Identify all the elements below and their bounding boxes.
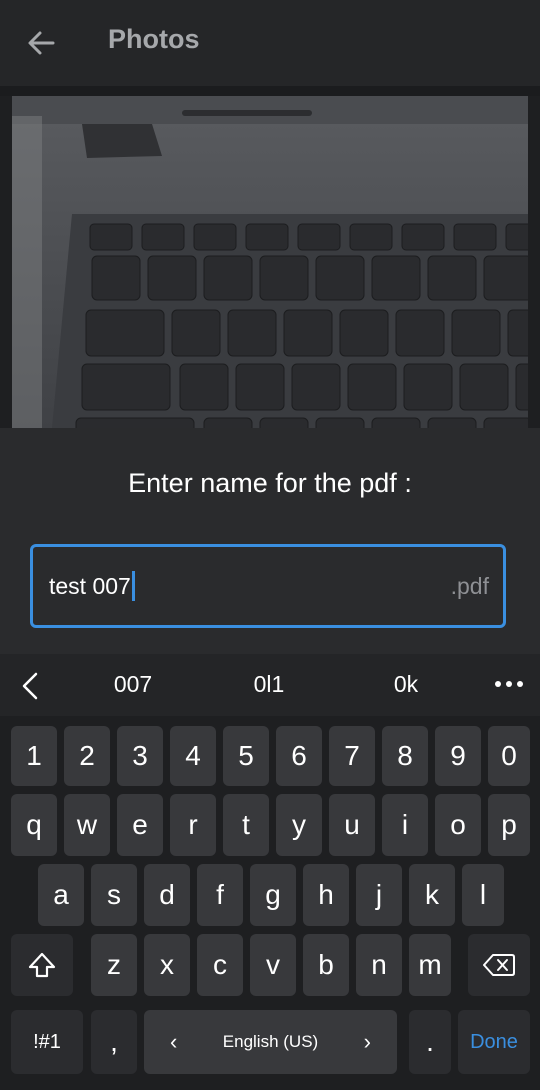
key-x[interactable]: x	[144, 934, 190, 996]
pdf-name-value[interactable]: test 007	[49, 570, 135, 601]
pdf-name-input[interactable]: test 007 .pdf	[30, 544, 506, 628]
key-5[interactable]: 5	[223, 726, 269, 786]
key-m[interactable]: m	[409, 934, 451, 996]
key-b[interactable]: b	[303, 934, 349, 996]
key-a[interactable]: a	[38, 864, 84, 926]
key-4[interactable]: 4	[170, 726, 216, 786]
key-z[interactable]: z	[91, 934, 137, 996]
key-6[interactable]: 6	[276, 726, 322, 786]
done-button[interactable]: Done	[458, 1010, 530, 1074]
key-3[interactable]: 3	[117, 726, 163, 786]
more-horizontal-icon[interactable]	[494, 679, 524, 689]
key-8[interactable]: 8	[382, 726, 428, 786]
suggestion-1[interactable]: 007	[73, 671, 193, 698]
key-p[interactable]: p	[488, 794, 530, 856]
key-d[interactable]: d	[144, 864, 190, 926]
key-l[interactable]: l	[462, 864, 504, 926]
language-label: English (US)	[222, 1032, 319, 1051]
key-k[interactable]: k	[409, 864, 455, 926]
chevron-left-icon[interactable]	[20, 671, 40, 701]
key-w[interactable]: w	[64, 794, 110, 856]
key-j[interactable]: j	[356, 864, 402, 926]
key-q[interactable]: q	[11, 794, 57, 856]
space-bar[interactable]: ‹ English (US) ›	[144, 1010, 397, 1074]
text-cursor	[131, 570, 135, 601]
key-1[interactable]: 1	[11, 726, 57, 786]
comma-key[interactable]: ,	[91, 1010, 137, 1074]
key-u[interactable]: u	[329, 794, 375, 856]
backspace-key[interactable]	[468, 934, 530, 996]
symbols-key[interactable]: !#1	[11, 1010, 83, 1074]
key-e[interactable]: e	[117, 794, 163, 856]
key-g[interactable]: g	[250, 864, 296, 926]
app-bar: Photos	[0, 0, 540, 86]
language-prev-icon[interactable]: ‹	[170, 1029, 177, 1055]
suggestion-2[interactable]: 0l1	[209, 671, 329, 698]
key-2[interactable]: 2	[64, 726, 110, 786]
key-h[interactable]: h	[303, 864, 349, 926]
backspace-icon	[483, 954, 515, 976]
period-key[interactable]: .	[409, 1010, 451, 1074]
key-c[interactable]: c	[197, 934, 243, 996]
key-v[interactable]: v	[250, 934, 296, 996]
dialog-title: Enter name for the pdf :	[128, 468, 412, 498]
shift-key[interactable]	[11, 934, 73, 996]
key-n[interactable]: n	[356, 934, 402, 996]
key-i[interactable]: i	[382, 794, 428, 856]
key-f[interactable]: f	[197, 864, 243, 926]
suggestion-3[interactable]: 0k	[346, 671, 466, 698]
page-title: Photos	[108, 24, 200, 54]
rename-dialog: Enter name for the pdf : test 007 .pdf	[0, 428, 540, 654]
key-0[interactable]: 0	[488, 726, 530, 786]
key-o[interactable]: o	[435, 794, 481, 856]
key-9[interactable]: 9	[435, 726, 481, 786]
key-t[interactable]: t	[223, 794, 269, 856]
suggestion-bar: 007 0l1 0k	[0, 654, 540, 716]
arrow-left-icon[interactable]	[26, 28, 56, 58]
photo-preview	[12, 96, 528, 428]
key-7[interactable]: 7	[329, 726, 375, 786]
key-r[interactable]: r	[170, 794, 216, 856]
shift-icon	[28, 952, 56, 978]
key-y[interactable]: y	[276, 794, 322, 856]
divider	[0, 86, 540, 96]
language-next-icon[interactable]: ›	[364, 1029, 371, 1055]
key-s[interactable]: s	[91, 864, 137, 926]
soft-keyboard: 1 2 3 4 5 6 7 8 9 0 q w e r t y u i o p …	[0, 716, 540, 1090]
pdf-extension-suffix: .pdf	[450, 573, 489, 599]
